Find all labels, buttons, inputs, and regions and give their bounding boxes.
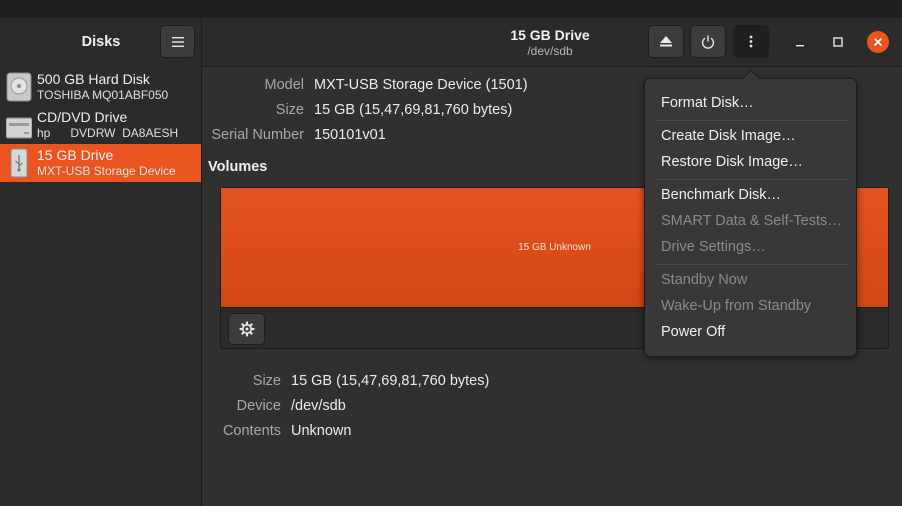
sidebar-header: Disks — [0, 18, 202, 67]
volume-label: 15 GB Unknown — [518, 242, 591, 253]
volume-size-label: Size — [252, 373, 281, 389]
drive-options-button[interactable] — [733, 25, 769, 58]
gear-icon — [238, 321, 255, 337]
menu-separator — [655, 120, 848, 121]
power-icon — [701, 35, 715, 49]
serial-label: Serial Number — [211, 127, 304, 143]
maximize-button[interactable] — [828, 32, 848, 52]
menu-item-create-disk-image[interactable]: Create Disk Image… — [661, 128, 796, 144]
vertical-dots-icon — [749, 35, 753, 48]
model-value: MXT-USB Storage Device (1501) — [314, 77, 528, 93]
top-panel — [0, 0, 902, 18]
volume-device-label: Device — [236, 398, 281, 414]
close-button[interactable] — [867, 31, 889, 53]
volume-contents-label: Contents — [222, 423, 281, 439]
optical-drive-icon — [6, 117, 32, 139]
header-bar: Disks 15 GB Drive /dev/sdb — [0, 18, 902, 67]
disk-name: 15 GB Drive — [37, 147, 114, 163]
volume-size-value: 15 GB (15,47,69,81,760 bytes) — [291, 373, 490, 389]
disk-model: TOSHIBA MQ01ABF050 — [37, 88, 169, 102]
disk-model: MXT-USB Storage Device — [37, 164, 176, 178]
volume-contents-value: Unknown — [291, 423, 352, 439]
minimize-icon — [796, 45, 804, 47]
menu-item-standby-now: Standby Now — [661, 272, 748, 288]
partition-options-button[interactable] — [228, 313, 265, 345]
volumes-heading: Volumes — [208, 159, 268, 175]
menu-separator — [655, 264, 848, 265]
menu-item-benchmark-disk[interactable]: Benchmark Disk… — [661, 187, 781, 203]
eject-button[interactable] — [648, 25, 684, 58]
model-label: Model — [264, 77, 305, 93]
serial-value: 150101v01 — [314, 127, 386, 143]
disk-name: CD/DVD Drive — [37, 109, 128, 125]
disk-name: 500 GB Hard Disk — [37, 71, 150, 87]
menu-item-wake-up: Wake-Up from Standby — [661, 298, 812, 314]
disks-window: Disks 15 GB Drive /dev/sdb 500 GB Hard D… — [0, 18, 902, 506]
maximize-icon — [833, 37, 843, 47]
menu-item-smart-data: SMART Data & Self-Tests… — [661, 213, 842, 229]
sidebar-item-hard-disk[interactable]: 500 GB Hard Disk TOSHIBA MQ01ABF050 — [0, 68, 201, 106]
close-icon — [873, 37, 883, 47]
sidebar-item-usb-drive[interactable]: 15 GB Drive MXT-USB Storage Device — [0, 144, 201, 182]
usb-drive-icon — [10, 148, 28, 178]
size-value: 15 GB (15,47,69,81,760 bytes) — [314, 102, 513, 118]
drive-title-block: 15 GB Drive /dev/sdb — [450, 27, 650, 58]
drive-options-menu: Format Disk… Create Disk Image… Restore … — [644, 69, 857, 357]
menu-separator — [655, 179, 848, 180]
power-off-button[interactable] — [690, 25, 726, 58]
hamburger-icon — [171, 36, 184, 47]
hard-disk-icon — [6, 72, 32, 102]
disk-model: hp DVDRW DA8AESH — [37, 126, 179, 140]
menu-item-power-off[interactable]: Power Off — [661, 324, 725, 340]
drive-path: /dev/sdb — [527, 44, 573, 58]
menu-item-format-disk[interactable]: Format Disk… — [661, 95, 754, 111]
eject-icon — [660, 36, 672, 47]
sidebar-item-cd-dvd[interactable]: CD/DVD Drive hp DVDRW DA8AESH — [0, 106, 201, 144]
minimize-button[interactable] — [790, 32, 810, 52]
drive-list: 500 GB Hard Disk TOSHIBA MQ01ABF050 CD/D… — [0, 67, 202, 506]
volume-device-value: /dev/sdb — [291, 398, 346, 414]
app-menu-button[interactable] — [160, 25, 195, 58]
menu-item-drive-settings: Drive Settings… — [661, 239, 766, 255]
drive-title: 15 GB Drive — [510, 27, 590, 43]
menu-item-restore-disk-image[interactable]: Restore Disk Image… — [661, 154, 803, 170]
size-label: Size — [275, 102, 304, 118]
